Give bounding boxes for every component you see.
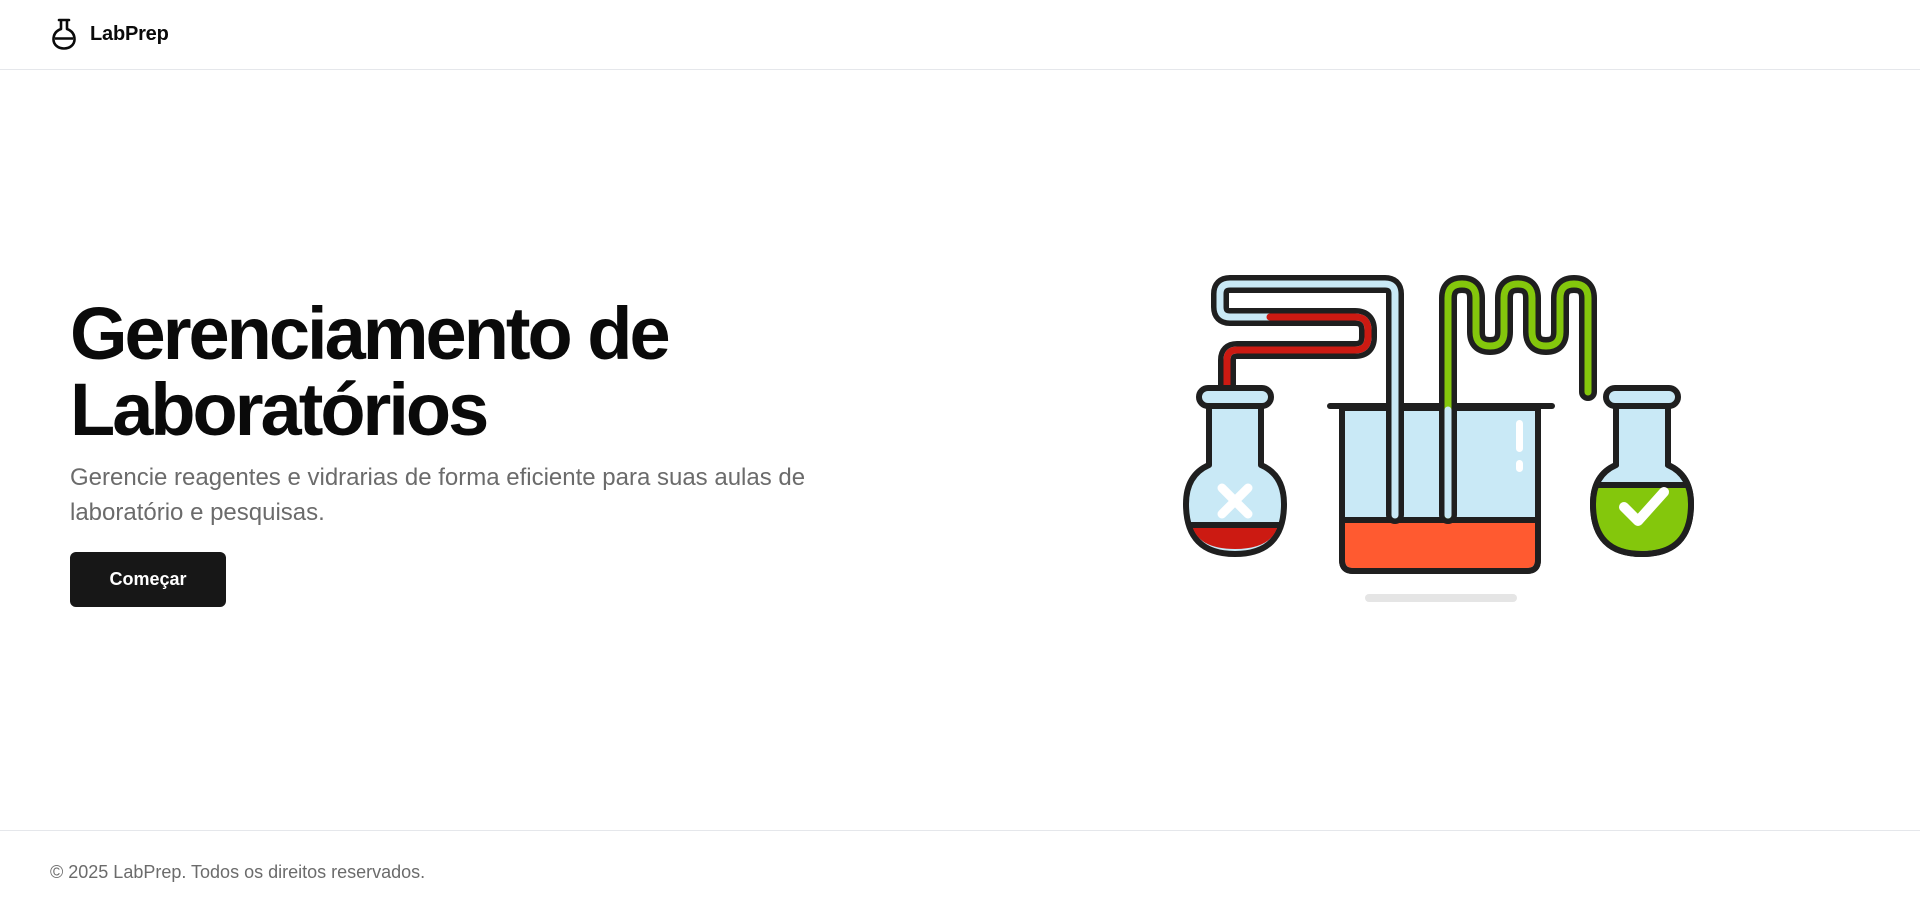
left-flask xyxy=(1183,385,1287,557)
site-footer: © 2025 LabPrep. Todos os direitos reserv… xyxy=(0,830,1920,907)
hero-title-line2: Laboratórios xyxy=(70,368,489,451)
copyright-text: © 2025 LabPrep. Todos os direitos reserv… xyxy=(50,862,426,882)
hero-title-line1: Gerenciamento de xyxy=(70,292,671,375)
hero-subtitle: Gerencie reagentes e vidrarias de forma … xyxy=(70,464,806,526)
brand-name: LabPrep xyxy=(90,22,169,45)
hero-text: Gerenciamento de Laboratórios Gerencie r… xyxy=(70,296,830,607)
right-flask xyxy=(1590,385,1694,557)
get-started-button[interactable]: Começar xyxy=(70,552,226,607)
flask-icon xyxy=(50,17,78,51)
shadow xyxy=(1365,594,1517,602)
lab-apparatus-illustration xyxy=(1180,270,1700,610)
hero-title: Gerenciamento de Laboratórios xyxy=(70,296,830,448)
site-header: LabPrep xyxy=(0,0,1920,70)
brand-link[interactable]: LabPrep xyxy=(50,16,169,52)
